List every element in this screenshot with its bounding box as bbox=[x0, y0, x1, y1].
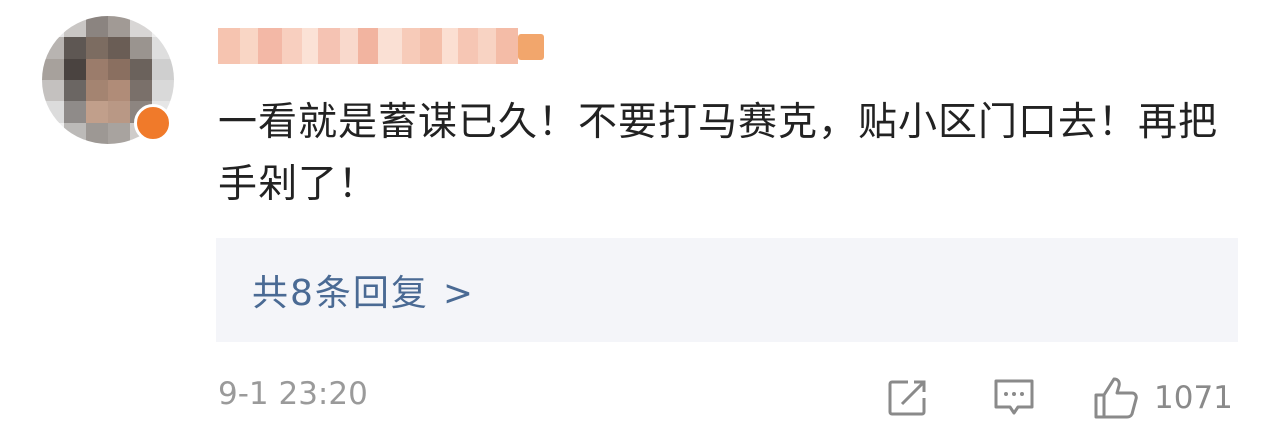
vip-badge-icon bbox=[134, 104, 172, 142]
avatar-pixel bbox=[42, 80, 64, 102]
username-pixel bbox=[442, 28, 458, 64]
avatar-pixel bbox=[64, 122, 86, 144]
avatar-pixel bbox=[86, 37, 108, 59]
avatar-pixel bbox=[108, 58, 130, 80]
avatar-pixel bbox=[86, 16, 108, 38]
avatar-pixel bbox=[108, 122, 130, 144]
username-pixel bbox=[258, 28, 282, 64]
avatar-pixel bbox=[42, 101, 64, 123]
avatar-pixel bbox=[152, 58, 174, 80]
avatar-pixel bbox=[42, 37, 64, 59]
username-pixel bbox=[496, 28, 518, 64]
avatar-pixel bbox=[86, 58, 108, 80]
avatar-pixel bbox=[64, 101, 86, 123]
comment-item: 一看就是蓄谋已久！不要打马赛克，贴小区门口去！再把手剁了！ 共8条回复 > 9-1… bbox=[0, 0, 1282, 440]
username-pixel bbox=[420, 28, 442, 64]
avatar-pixel bbox=[152, 37, 174, 59]
avatar-pixel bbox=[130, 37, 152, 59]
avatar-pixel bbox=[152, 80, 174, 102]
avatar-pixel bbox=[108, 16, 130, 38]
username-pixel bbox=[240, 28, 258, 64]
avatar-pixel bbox=[42, 58, 64, 80]
share-icon bbox=[888, 380, 926, 416]
avatar-pixel bbox=[108, 80, 130, 102]
reply-button[interactable] bbox=[992, 376, 1036, 420]
username-pixel bbox=[302, 28, 318, 64]
avatar-pixel bbox=[130, 16, 152, 38]
username-pixel bbox=[478, 28, 496, 64]
username-pixel bbox=[402, 28, 420, 64]
avatar-pixel bbox=[64, 80, 86, 102]
replies-link[interactable]: 共8条回复 > bbox=[252, 264, 475, 316]
avatar-pixel bbox=[86, 80, 108, 102]
avatar-pixel bbox=[108, 101, 130, 123]
like-button[interactable]: 1071 bbox=[1092, 376, 1233, 420]
username-pixel bbox=[518, 34, 544, 60]
avatar-pixel bbox=[42, 16, 64, 38]
thumbs-up-icon bbox=[1094, 377, 1138, 419]
share-button[interactable] bbox=[886, 376, 930, 420]
username-pixel bbox=[378, 28, 402, 64]
view-replies-button[interactable]: 共8条回复 > bbox=[216, 238, 1238, 342]
username-pixel bbox=[318, 28, 340, 64]
avatar-pixel bbox=[152, 16, 174, 38]
avatar-pixel bbox=[64, 16, 86, 38]
avatar-pixel bbox=[130, 80, 152, 102]
username-pixel bbox=[358, 28, 378, 64]
comment-footer: 9-1 23:20 1071 bbox=[218, 370, 1240, 426]
comment-icon bbox=[994, 379, 1034, 415]
avatar-pixel bbox=[108, 37, 130, 59]
avatar-pixel bbox=[64, 37, 86, 59]
username-blurred[interactable] bbox=[218, 28, 544, 64]
username-pixel bbox=[340, 28, 358, 64]
username-pixel bbox=[282, 28, 302, 64]
comment-timestamp: 9-1 23:20 bbox=[218, 376, 368, 412]
avatar-pixel bbox=[130, 58, 152, 80]
replies-count-label: 共8条回复 bbox=[252, 273, 429, 314]
username-pixel bbox=[218, 28, 240, 64]
avatar-pixel bbox=[86, 101, 108, 123]
comment-text: 一看就是蓄谋已久！不要打马赛克，贴小区门口去！再把手剁了！ bbox=[218, 100, 1219, 207]
username-pixel bbox=[458, 28, 478, 64]
avatar-pixel bbox=[64, 58, 86, 80]
like-count: 1071 bbox=[1154, 380, 1233, 416]
avatar-pixel bbox=[42, 122, 64, 144]
avatar-pixel bbox=[86, 122, 108, 144]
chevron-right-icon: > bbox=[442, 273, 476, 314]
